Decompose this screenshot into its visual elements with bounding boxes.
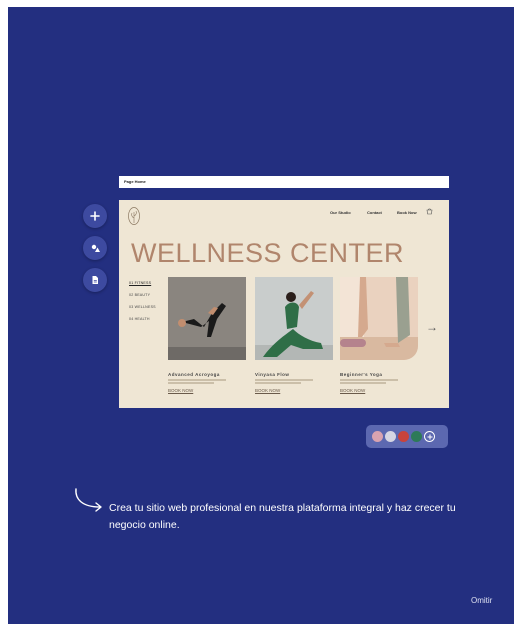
skip-button[interactable]: Omitir xyxy=(471,596,492,605)
pages-button[interactable] xyxy=(83,268,107,292)
color-swatch[interactable] xyxy=(411,431,422,442)
card-image xyxy=(340,277,418,360)
theme-button[interactable] xyxy=(83,236,107,260)
nav-link[interactable]: Book Now xyxy=(397,210,417,215)
color-swatch[interactable] xyxy=(385,431,396,442)
card-title: Advanced Acroyoga xyxy=(168,372,220,377)
card-description xyxy=(255,382,301,384)
book-now-link[interactable]: BOOK NOW xyxy=(255,388,280,393)
website-preview: Our Studio Contact Book Now WELLNESS CEN… xyxy=(119,200,449,408)
nav-link[interactable]: Our Studio xyxy=(330,210,351,215)
book-now-link[interactable]: BOOK NOW xyxy=(168,388,193,393)
category-link[interactable]: 01 FITNESS xyxy=(129,281,151,285)
theme-icon xyxy=(91,244,100,252)
cart-icon[interactable] xyxy=(426,208,433,215)
card-image xyxy=(255,277,333,360)
card-description xyxy=(340,382,386,384)
color-palette[interactable] xyxy=(366,425,448,448)
card-description xyxy=(168,382,214,384)
category-link[interactable]: 02 BEAUTY xyxy=(129,293,150,297)
book-now-link[interactable]: BOOK NOW xyxy=(340,388,365,393)
next-arrow-icon[interactable]: → xyxy=(426,320,438,334)
add-button[interactable] xyxy=(83,204,107,228)
card-description xyxy=(255,379,313,381)
page-selector[interactable]: Page Home xyxy=(119,176,449,188)
card-description xyxy=(168,379,226,381)
page-selector-label: Page Home xyxy=(124,179,146,184)
onboarding-message: Crea tu sitio web profesional en nuestra… xyxy=(109,502,456,531)
category-link[interactable]: 03 WELLNESS xyxy=(129,305,156,309)
card-description xyxy=(340,379,398,381)
hero-title: WELLNESS CENTER xyxy=(131,238,405,268)
plus-circle-icon xyxy=(427,434,432,439)
add-icon xyxy=(90,211,100,221)
color-swatch[interactable] xyxy=(372,431,383,442)
add-color-button[interactable] xyxy=(424,431,435,442)
page-icon xyxy=(92,276,98,284)
curved-arrow-icon xyxy=(75,488,102,512)
category-link[interactable]: 04 HEALTH xyxy=(129,317,150,321)
nav-link[interactable]: Contact xyxy=(367,210,382,215)
card-title: Vinyasa Flow xyxy=(255,372,290,377)
color-swatch[interactable] xyxy=(398,431,409,442)
card-title: Beginner's Yoga xyxy=(340,372,383,377)
card-image xyxy=(168,277,246,360)
leaf-logo-icon xyxy=(128,207,140,225)
